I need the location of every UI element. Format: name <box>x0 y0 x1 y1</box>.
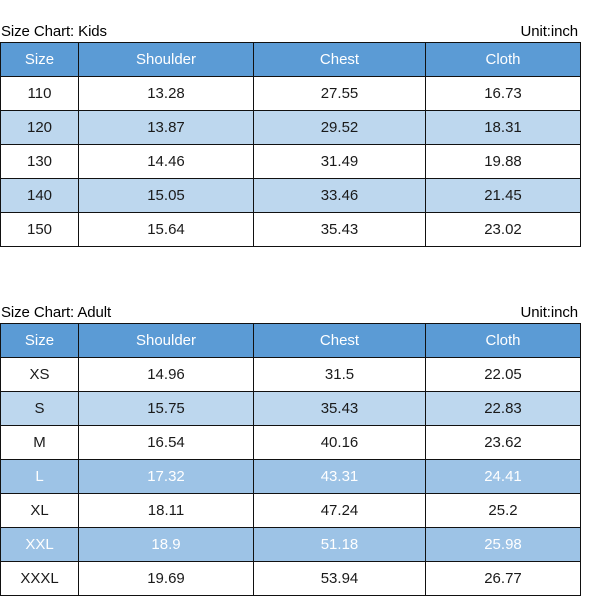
adult-col-header-chest: Chest <box>253 323 426 358</box>
cell-cloth: 22.83 <box>425 391 581 426</box>
cell-chest: 31.5 <box>253 357 426 392</box>
cell-shoulder: 17.32 <box>78 459 254 494</box>
table-row: 130 14.46 31.49 19.88 <box>0 144 581 179</box>
cell-chest: 47.24 <box>253 493 426 528</box>
size-chart-page: Size Chart: Kids Unit:inch Size Shoulder… <box>0 0 600 600</box>
cell-shoulder: 14.96 <box>78 357 254 392</box>
adult-col-header-shoulder: Shoulder <box>78 323 254 358</box>
size-chart-adult-block: Size Chart: Adult Unit:inch Size Shoulde… <box>0 281 600 596</box>
cell-size: L <box>0 459 79 494</box>
kids-header-row: Size Shoulder Chest Cloth <box>0 42 581 77</box>
cell-cloth: 23.62 <box>425 425 581 460</box>
cell-size: 130 <box>0 144 79 179</box>
cell-cloth: 21.45 <box>425 178 581 213</box>
cell-chest: 35.43 <box>253 391 426 426</box>
kids-col-header-cloth: Cloth <box>425 42 581 77</box>
table-row: 150 15.64 35.43 23.02 <box>0 212 581 247</box>
adult-header-row: Size Shoulder Chest Cloth <box>0 323 581 358</box>
size-chart-kids-block: Size Chart: Kids Unit:inch Size Shoulder… <box>0 0 600 247</box>
cell-cloth: 25.98 <box>425 527 581 562</box>
cell-chest: 43.31 <box>253 459 426 494</box>
table-row: S 15.75 35.43 22.83 <box>0 391 581 426</box>
cell-cloth: 18.31 <box>425 110 581 145</box>
cell-cloth: 26.77 <box>425 561 581 596</box>
cell-shoulder: 15.75 <box>78 391 254 426</box>
cell-size: XXL <box>0 527 79 562</box>
cell-cloth: 24.41 <box>425 459 581 494</box>
cell-chest: 33.46 <box>253 178 426 213</box>
adult-col-header-size: Size <box>0 323 79 358</box>
cell-shoulder: 13.87 <box>78 110 254 145</box>
adult-unit-label: Unit:inch <box>520 304 579 321</box>
kids-col-header-shoulder: Shoulder <box>78 42 254 77</box>
adult-table-body: XS 14.96 31.5 22.05 S 15.75 35.43 22.83 … <box>0 357 581 596</box>
cell-size: 110 <box>0 76 79 111</box>
table-row: L 17.32 43.31 24.41 <box>0 459 581 494</box>
cell-chest: 27.55 <box>253 76 426 111</box>
cell-chest: 51.18 <box>253 527 426 562</box>
cell-chest: 35.43 <box>253 212 426 247</box>
cell-shoulder: 15.64 <box>78 212 254 247</box>
cell-chest: 29.52 <box>253 110 426 145</box>
kids-col-header-size: Size <box>0 42 79 77</box>
cell-shoulder: 18.9 <box>78 527 254 562</box>
cell-size: M <box>0 425 79 460</box>
cell-shoulder: 15.05 <box>78 178 254 213</box>
cell-shoulder: 13.28 <box>78 76 254 111</box>
cell-size: 140 <box>0 178 79 213</box>
table-row: 110 13.28 27.55 16.73 <box>0 76 581 111</box>
cell-cloth: 25.2 <box>425 493 581 528</box>
kids-table-body: 110 13.28 27.55 16.73 120 13.87 29.52 18… <box>0 76 581 247</box>
cell-shoulder: 14.46 <box>78 144 254 179</box>
table-row: 120 13.87 29.52 18.31 <box>0 110 581 145</box>
cell-cloth: 19.88 <box>425 144 581 179</box>
cell-chest: 53.94 <box>253 561 426 596</box>
adult-size-table: Size Shoulder Chest Cloth XS 14.96 31.5 … <box>0 323 581 596</box>
adult-table-head: Size Shoulder Chest Cloth <box>0 323 581 358</box>
table-row: XS 14.96 31.5 22.05 <box>0 357 581 392</box>
table-row: 140 15.05 33.46 21.45 <box>0 178 581 213</box>
table-row: XXL 18.9 51.18 25.98 <box>0 527 581 562</box>
table-row: XL 18.11 47.24 25.2 <box>0 493 581 528</box>
kids-table-head: Size Shoulder Chest Cloth <box>0 42 581 77</box>
cell-shoulder: 19.69 <box>78 561 254 596</box>
kids-size-table: Size Shoulder Chest Cloth 110 13.28 27.5… <box>0 42 581 247</box>
table-row: M 16.54 40.16 23.62 <box>0 425 581 460</box>
cell-cloth: 22.05 <box>425 357 581 392</box>
cell-chest: 40.16 <box>253 425 426 460</box>
table-separator-gap <box>0 247 600 281</box>
cell-chest: 31.49 <box>253 144 426 179</box>
kids-col-header-chest: Chest <box>253 42 426 77</box>
cell-size: 150 <box>0 212 79 247</box>
adult-col-header-cloth: Cloth <box>425 323 581 358</box>
kids-caption-row: Size Chart: Kids Unit:inch <box>0 0 580 42</box>
adult-caption-row: Size Chart: Adult Unit:inch <box>0 281 580 323</box>
table-row: XXXL 19.69 53.94 26.77 <box>0 561 581 596</box>
cell-cloth: 23.02 <box>425 212 581 247</box>
cell-shoulder: 18.11 <box>78 493 254 528</box>
cell-size: S <box>0 391 79 426</box>
adult-chart-title: Size Chart: Adult <box>1 304 112 321</box>
cell-size: XL <box>0 493 79 528</box>
cell-cloth: 16.73 <box>425 76 581 111</box>
cell-size: 120 <box>0 110 79 145</box>
cell-shoulder: 16.54 <box>78 425 254 460</box>
cell-size: XS <box>0 357 79 392</box>
cell-size: XXXL <box>0 561 79 596</box>
kids-chart-title: Size Chart: Kids <box>1 23 107 40</box>
kids-unit-label: Unit:inch <box>520 23 579 40</box>
